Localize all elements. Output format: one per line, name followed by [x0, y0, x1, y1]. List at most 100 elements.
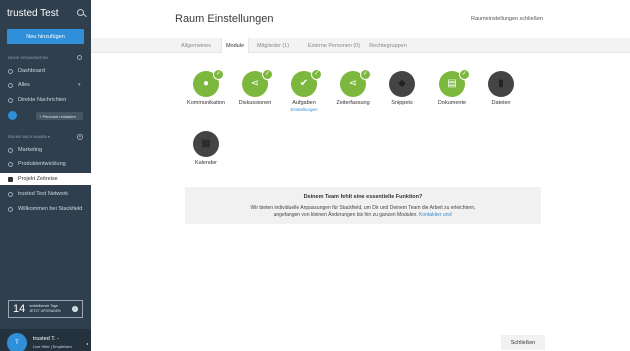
share-icon: ⋖ — [348, 78, 358, 89]
file-icon: ▮ — [498, 78, 504, 89]
sidebar: trusted Test Neu hinzufügen DEINE ORGANI… — [0, 0, 91, 351]
menu-arrow-icon[interactable]: ◂ — [86, 341, 88, 346]
room-icon — [8, 191, 13, 197]
module-icon: ▤ ✓ — [439, 69, 470, 97]
sidebar-item-room-active[interactable]: Projekt Zeitreise — [0, 173, 91, 185]
room-icon — [8, 176, 13, 182]
check-icon: ✓ — [360, 69, 371, 80]
feed-icon — [8, 82, 13, 88]
sidebar-item-label: Alles — [18, 82, 30, 88]
user-name[interactable]: trusted T. - — [33, 336, 59, 342]
check-icon: ✓ — [311, 69, 322, 80]
chat-bubble-icon: ● — [202, 78, 210, 89]
check-icon: ✓ — [262, 69, 273, 80]
user-links[interactable]: Live Hilfe | Empfehlen — [33, 344, 72, 349]
tab-modules[interactable]: Module — [221, 38, 249, 53]
user-avatar[interactable]: T — [7, 333, 27, 351]
workspace-name[interactable]: trusted Test — [7, 8, 59, 19]
trial-upgrade-box[interactable]: 14 verbleibende Tage JETZT UPGRADEN › — [8, 300, 83, 318]
module-documents[interactable]: ▤ ✓ Dokumente — [431, 69, 473, 106]
sidebar-item-room[interactable]: Willkommen bei Stackfield — [0, 203, 91, 215]
info-line: Wir bieten individuelle Anpassungen für … — [250, 205, 476, 211]
sidebar-item-label: Willkommen bei Stackfield — [18, 206, 83, 212]
main-panel: Raum Einstellungen Raumeinstellungen sch… — [91, 0, 630, 351]
sidebar-item-label: Dashboard — [18, 68, 45, 74]
module-settings-link[interactable]: Einstellungen — [283, 107, 325, 112]
sidebar-item-label: Marketing — [18, 147, 43, 153]
calendar-icon: ▦ — [201, 138, 211, 149]
sidebar-item-label: Produktentwicklung — [18, 161, 66, 167]
page-title: Raum Einstellungen — [175, 13, 274, 25]
module-discussions[interactable]: ⋖ ✓ Diskussionen — [234, 69, 276, 106]
module-communication[interactable]: ● ✓ Kommunikation — [185, 69, 227, 106]
sidebar-item-room[interactable]: trusted Test Network — [0, 188, 91, 200]
dashboard-icon — [8, 68, 13, 74]
search-icon[interactable] — [77, 9, 84, 16]
org-section-label: DEINE ORGANISATION — [8, 56, 49, 60]
module-snippets[interactable]: ◆ Snippets — [381, 71, 423, 106]
module-icon: ▮ — [488, 71, 514, 97]
upgrade-label: JETZT UPGRADEN — [29, 309, 61, 313]
module-label: Dateien — [491, 100, 511, 106]
sidebar-item-room[interactable]: Produktentwicklung — [0, 158, 91, 170]
avatar[interactable] — [8, 111, 17, 120]
gear-icon[interactable] — [77, 55, 82, 60]
room-icon — [8, 147, 13, 153]
sidebar-item-dashboard[interactable]: Dashboard — [0, 65, 91, 77]
module-tasks[interactable]: ✔ ✓ Aufgaben Einstellungen — [283, 69, 325, 112]
module-label: Diskussionen — [238, 100, 272, 106]
module-calendar[interactable]: ▦ Kalender — [185, 131, 227, 166]
tab-members[interactable]: Mitglieder (1) — [251, 38, 295, 53]
rooms-section-label[interactable]: RÄUME NACH NAMEN ▾ — [8, 135, 50, 139]
module-files[interactable]: ▮ Dateien — [480, 71, 522, 106]
info-line: angefangen von kleinen Änderungen bis hi… — [273, 212, 418, 218]
info-title: Deinem Team fehlt eine essentielle Funkt… — [303, 194, 423, 200]
chevron-down-icon[interactable]: ▾ — [78, 82, 81, 88]
chat-icon — [8, 97, 13, 103]
snippet-icon: ◆ — [398, 78, 406, 89]
sidebar-item-all[interactable]: Alles ▾ — [0, 79, 91, 91]
add-room-icon[interactable]: + — [77, 134, 83, 140]
check-icon: ✓ — [459, 69, 470, 80]
contact-link[interactable]: Kontaktier uns! — [419, 212, 452, 218]
module-icon: ✔ ✓ — [291, 69, 322, 97]
room-icon — [8, 161, 13, 167]
module-label: Zeiterfassung — [336, 100, 370, 106]
sidebar-item-room[interactable]: Marketing — [0, 144, 91, 156]
sidebar-item-label: Direkte Nachrichten — [18, 97, 67, 103]
room-icon — [8, 206, 13, 212]
trial-days-count: 14 — [13, 303, 26, 315]
sidebar-item-label: Projekt Zeitreise — [18, 176, 58, 182]
module-icon: ⋖ ✓ — [340, 69, 371, 97]
sidebar-item-label: trusted Test Network — [18, 191, 69, 197]
tab-permission-groups[interactable]: Rechtegruppen — [363, 38, 413, 53]
module-time-tracking[interactable]: ⋖ ✓ Zeiterfassung — [332, 69, 374, 106]
tab-general[interactable]: Allgemeines — [171, 38, 221, 53]
arrow-right-icon[interactable]: › — [72, 306, 78, 312]
check-icon: ✓ — [213, 69, 224, 80]
module-label: Aufgaben — [292, 100, 316, 106]
module-icon: ◆ — [389, 71, 415, 97]
sidebar-item-direct-messages[interactable]: Direkte Nachrichten — [0, 94, 91, 106]
info-text: Wir bieten individuelle Anpassungen für … — [185, 205, 541, 219]
close-button[interactable]: Schließen — [501, 335, 545, 350]
module-label: Kalender — [194, 160, 218, 166]
custom-features-info: Deinem Team fehlt eine essentielle Funkt… — [185, 187, 541, 224]
add-new-button[interactable]: Neu hinzufügen — [7, 29, 84, 44]
module-label: Kommunikation — [187, 100, 225, 106]
module-label: Snippets — [391, 100, 413, 106]
close-settings-link[interactable]: Raumeinstellungen schließen — [471, 16, 543, 22]
trial-text: verbleibende Tage JETZT UPGRADEN — [29, 304, 60, 314]
checkmark-icon: ✔ — [299, 78, 309, 89]
document-icon: ▤ — [447, 78, 457, 89]
module-label: Dokumente — [437, 100, 467, 106]
settings-tabs: Allgemeines Module Mitglieder (1) Extern… — [91, 38, 630, 53]
share-icon: ⋖ — [250, 78, 260, 89]
tab-external-people[interactable]: Externe Personen (0) — [299, 38, 369, 53]
module-icon: ▦ — [193, 131, 219, 157]
app: trusted Test Neu hinzufügen DEINE ORGANI… — [0, 0, 630, 351]
user-bar: T trusted T. - Live Hilfe | Empfehlen ◂ — [0, 329, 91, 351]
module-icon: ⋖ ✓ — [242, 69, 273, 97]
invite-people-button[interactable]: + Personen einladen — [36, 112, 83, 120]
module-icon: ● ✓ — [193, 69, 224, 97]
